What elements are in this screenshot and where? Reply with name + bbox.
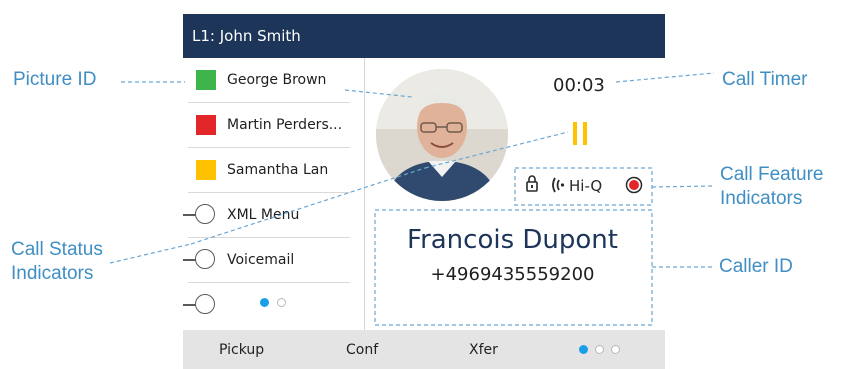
softkey-page-dot-inactive [611, 345, 620, 354]
presence-red-indicator [196, 115, 216, 135]
page-dot-inactive [277, 298, 286, 307]
softkey-pickup[interactable]: Pickup [219, 340, 264, 360]
softkey-xfer[interactable]: Xfer [469, 340, 498, 360]
caller-id: Francois Dupont +4969435559200 [374, 210, 651, 325]
line-key-samantha-lan[interactable]: Samantha Lan [183, 148, 359, 193]
call-timer: 00:03 [553, 75, 605, 96]
softkey-bar: Pickup Conf Xfer [183, 330, 665, 369]
circle-icon [195, 294, 215, 314]
pause-icon [573, 122, 593, 149]
hi-q-label: Hi-Q [569, 177, 603, 195]
callout-call-feature-indicators: Call Feature Indicators [720, 164, 824, 209]
line-key-xml-menu[interactable]: XML Menu [183, 193, 359, 238]
leader-call-status-1 [109, 243, 192, 264]
line-key-label: Voicemail [227, 252, 295, 268]
line-key-sidebar: George Brown Martin Perders... Samantha … [183, 58, 365, 330]
record-icon [625, 176, 643, 194]
line-key-label: Martin Perders... [227, 117, 343, 133]
softkey-page-dot-inactive [595, 345, 604, 354]
caller-name: Francois Dupont [407, 225, 618, 255]
phone-screen: L1: John Smith George Brown Martin Perde… [183, 14, 665, 369]
presence-green-indicator [196, 70, 216, 90]
line-key-label: XML Menu [227, 207, 300, 223]
caller-number: +4969435559200 [430, 264, 595, 285]
circle-icon [195, 204, 215, 224]
lock-icon [526, 175, 538, 192]
line-key-label: George Brown [227, 72, 327, 88]
presence-yellow-indicator [196, 160, 216, 180]
caller-picture-avatar [376, 69, 508, 201]
line-title: L1: John Smith [192, 27, 301, 45]
callout-call-status-indicators: Call Status Indicators [11, 239, 103, 284]
softkey-conf[interactable]: Conf [346, 340, 378, 360]
callout-call-timer: Call Timer [722, 69, 808, 90]
hi-q-icon [552, 177, 565, 193]
callout-picture-id: Picture ID [13, 69, 97, 90]
circle-icon [195, 249, 215, 269]
callout-caller-id: Caller ID [719, 256, 793, 277]
line-key-george-brown[interactable]: George Brown [183, 58, 359, 103]
line-key-voicemail[interactable]: Voicemail [183, 238, 359, 283]
softkey-page-dot-active [579, 345, 588, 354]
title-bar: L1: John Smith [183, 14, 665, 58]
line-key-martin-perders[interactable]: Martin Perders... [183, 103, 359, 148]
call-feature-indicators: Hi-Q [515, 167, 652, 205]
page-dot-active [260, 298, 269, 307]
line-key-empty[interactable] [183, 283, 359, 328]
line-key-label: Samantha Lan [227, 162, 329, 178]
